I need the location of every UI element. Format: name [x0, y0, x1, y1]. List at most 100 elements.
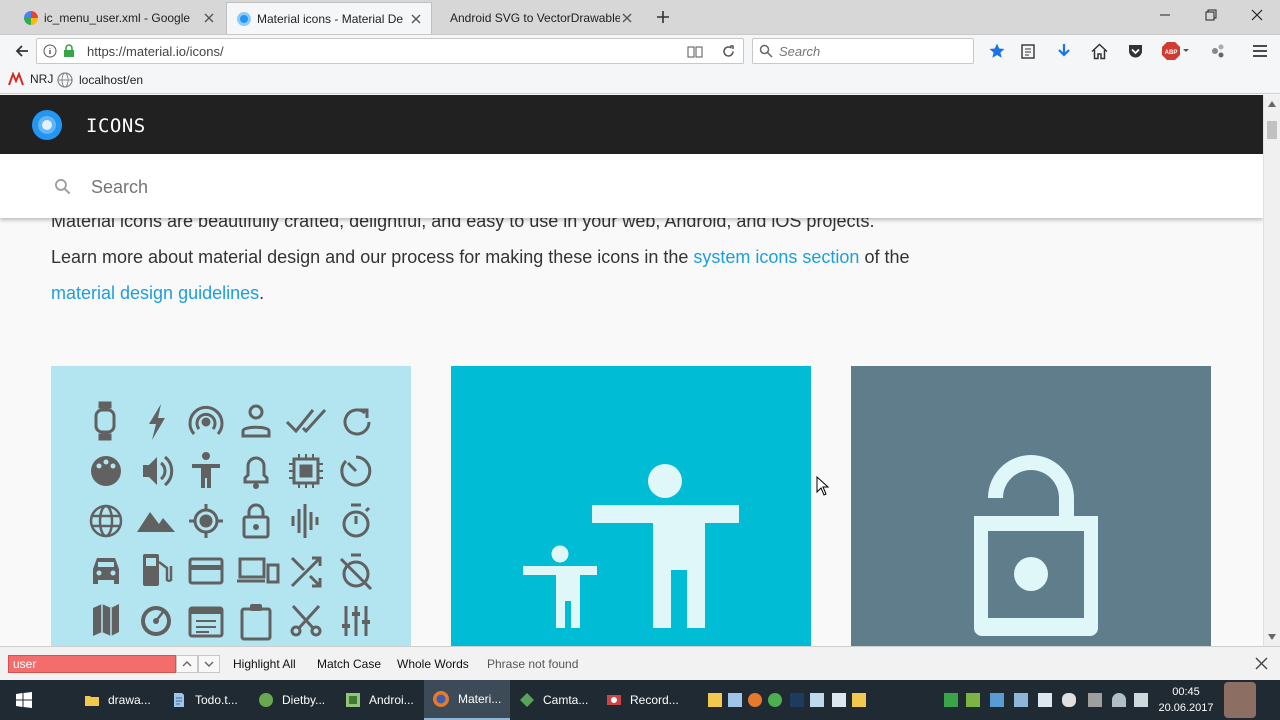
quick-launch-explorer-icon[interactable] — [708, 693, 722, 707]
icon-grid-card[interactable] — [51, 366, 411, 646]
taskbar-item-camtasia[interactable]: Camta... — [511, 680, 597, 720]
quick-launch-folder-icon[interactable] — [852, 693, 866, 707]
quick-launch-document-icon[interactable] — [832, 693, 846, 707]
lock-open-icon — [974, 455, 1098, 636]
taskbar-item-drawable[interactable]: drawa... — [76, 680, 162, 720]
globe-icon — [57, 72, 73, 88]
system-icons-link[interactable]: system icons section — [693, 247, 859, 267]
adblock-button[interactable]: ABP — [1161, 39, 1191, 63]
assignment-icon — [240, 604, 272, 641]
info-icon[interactable] — [43, 44, 57, 58]
tray-shield-icon[interactable] — [1038, 693, 1052, 707]
taskbar-item-label: Materi... — [458, 692, 502, 706]
tray-network-icon[interactable] — [990, 693, 1004, 707]
extension-button[interactable] — [1206, 39, 1230, 63]
minimize-button[interactable] — [1142, 0, 1188, 30]
quick-launch-photoshop-icon[interactable] — [790, 693, 804, 707]
adblock-icon: ABP — [1162, 42, 1189, 60]
taskbar-item-firefox[interactable]: Materi... — [424, 680, 510, 720]
taskbar-item-android-studio[interactable]: Androi... — [337, 680, 423, 720]
restore-button[interactable] — [1188, 0, 1234, 30]
android-studio-icon — [346, 693, 360, 707]
new-tab-button[interactable] — [651, 5, 675, 29]
lock-shackle — [988, 455, 1074, 516]
tray-battery-icon[interactable] — [1088, 693, 1102, 707]
design-guidelines-link[interactable]: material design guidelines — [51, 283, 259, 303]
bookmark-star-button[interactable] — [985, 39, 1009, 63]
app-icon — [259, 693, 273, 707]
bookmark-nrj[interactable]: NRJ — [8, 72, 53, 86]
download-icon — [1058, 44, 1070, 57]
user-avatar[interactable] — [1224, 682, 1256, 718]
lock-open-card[interactable] — [851, 366, 1211, 646]
pocket-icon — [1128, 44, 1142, 57]
page-scrollbar[interactable] — [1263, 95, 1280, 646]
bookmarks-toolbar: NRJ localhost/en — [0, 66, 1280, 94]
page-content[interactable]: ICONS Material icons are beautifully cra… — [0, 95, 1263, 646]
accessibility-card[interactable] — [451, 366, 811, 646]
taskbar-item-recorder[interactable]: Record... — [598, 680, 684, 720]
quick-launch-firefox-icon[interactable] — [748, 693, 762, 707]
accessibility-icon — [523, 464, 739, 628]
adblock-label: ABP — [1165, 50, 1178, 56]
match-case-option[interactable]: Match Case — [317, 657, 381, 671]
tray-android-icon[interactable] — [944, 693, 958, 707]
wifi-tethering-icon — [188, 405, 224, 435]
close-icon[interactable] — [620, 11, 634, 25]
icon-search-input[interactable] — [91, 172, 691, 202]
taskbar-item-todo[interactable]: Todo.t... — [163, 680, 249, 720]
memory-icon — [289, 454, 323, 488]
bookmark-localhost[interactable]: localhost/en — [57, 72, 143, 88]
find-next-button[interactable] — [198, 655, 220, 673]
tray-bluetooth-icon[interactable] — [1014, 693, 1028, 707]
scroll-down-icon[interactable] — [1268, 634, 1276, 640]
reader-view-icon[interactable] — [687, 45, 703, 59]
tab-material-icons[interactable]: Material icons - Material De — [226, 2, 432, 34]
tab-ic-menu-user[interactable]: ic_menu_user.xml - Google — [14, 2, 224, 34]
nrj-logo-icon — [8, 72, 24, 86]
search-icon — [55, 179, 71, 195]
whole-words-option[interactable]: Whole Words — [397, 657, 469, 671]
find-status: Phrase not found — [487, 657, 579, 671]
lock-icon — [242, 503, 270, 539]
system-clock[interactable]: 00:45 20.06.2017 — [1156, 684, 1216, 716]
graphic-eq-icon — [291, 504, 319, 538]
volume-up-icon — [143, 455, 174, 487]
scroll-thumb[interactable] — [1267, 121, 1277, 139]
find-previous-button[interactable] — [176, 655, 198, 673]
taskbar-item-dietby[interactable]: Dietby... — [250, 680, 336, 720]
close-window-button[interactable] — [1234, 0, 1280, 30]
close-icon[interactable] — [202, 11, 216, 25]
tray-nvidia-icon[interactable] — [966, 693, 980, 707]
menu-button[interactable] — [1248, 39, 1272, 63]
material-logo-icon[interactable] — [32, 110, 62, 140]
tray-volume-icon[interactable] — [1134, 693, 1148, 707]
web-search-bar[interactable] — [752, 38, 974, 64]
taskbar-item-label: Dietby... — [282, 693, 326, 707]
scroll-up-icon[interactable] — [1268, 101, 1276, 107]
tab-android-svg[interactable]: Android SVG to VectorDrawable — [434, 2, 642, 34]
pocket-button[interactable] — [1123, 39, 1147, 63]
start-button[interactable] — [0, 680, 48, 720]
url-text: https://material.io/icons/ — [87, 44, 224, 59]
downloads-button[interactable] — [1052, 39, 1076, 63]
close-icon[interactable] — [409, 12, 423, 26]
tray-cloud-icon[interactable] — [1062, 693, 1076, 707]
quick-launch-chrome-icon[interactable] — [768, 693, 782, 707]
quick-launch-app-icon[interactable] — [810, 693, 824, 707]
close-icon[interactable] — [1255, 657, 1268, 670]
url-bar[interactable]: https://material.io/icons/ — [36, 38, 744, 64]
find-input[interactable] — [8, 655, 176, 673]
tray-wifi-icon[interactable] — [1112, 693, 1126, 707]
icon-search-bar[interactable] — [0, 154, 1263, 218]
highlight-all-option[interactable]: Highlight All — [233, 657, 296, 671]
web-search-input[interactable] — [779, 41, 969, 61]
reload-icon[interactable] — [721, 44, 736, 59]
tab-strip: ic_menu_user.xml - Google Material icons… — [0, 0, 1280, 34]
quick-launch-notepad-icon[interactable] — [728, 693, 742, 707]
library-button[interactable] — [1016, 39, 1040, 63]
timer-off-icon — [339, 553, 373, 591]
back-button[interactable] — [10, 39, 34, 63]
home-button[interactable] — [1087, 39, 1111, 63]
child-body — [523, 566, 597, 628]
